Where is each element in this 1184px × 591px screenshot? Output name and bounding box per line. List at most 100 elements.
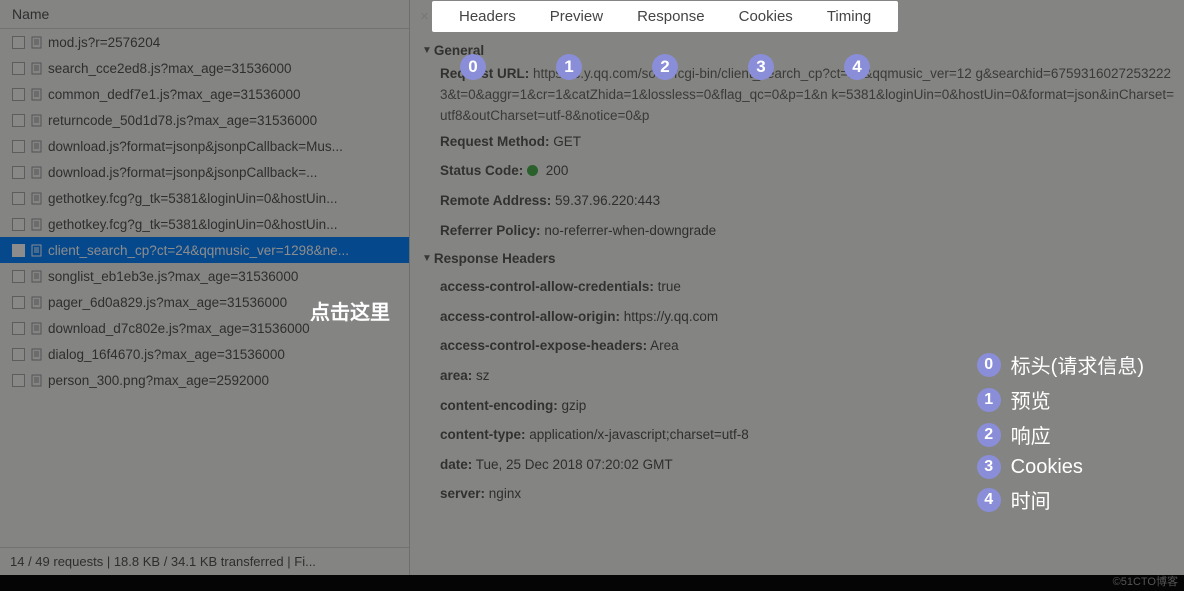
tab-response[interactable]: Response — [620, 1, 722, 32]
document-icon — [30, 140, 43, 153]
legend-row: 3 Cookies — [977, 455, 1144, 479]
legend-text: Cookies — [1011, 456, 1083, 479]
request-row[interactable]: returncode_50d1d78.js?max_age=31536000 — [0, 107, 409, 133]
kv-request-method: Request Method: GET — [418, 127, 1176, 157]
request-row[interactable]: search_cce2ed8.js?max_age=31536000 — [0, 55, 409, 81]
label-remote-address: Remote Address: — [440, 193, 551, 208]
header-value: Tue, 25 Dec 2018 07:20:02 GMT — [472, 457, 672, 472]
request-row[interactable]: client_search_cp?ct=24&qqmusic_ver=1298&… — [0, 237, 409, 263]
checkbox-icon[interactable] — [12, 218, 25, 231]
request-name: gethotkey.fcg?g_tk=5381&loginUin=0&hostU… — [48, 191, 337, 206]
kv-response-header: access-control-allow-credentials: true — [418, 272, 1176, 302]
section-response-headers[interactable]: ▼ Response Headers — [418, 245, 1176, 272]
document-icon — [30, 166, 43, 179]
label-referrer-policy: Referrer Policy: — [440, 223, 541, 238]
request-name: gethotkey.fcg?g_tk=5381&loginUin=0&hostU… — [48, 217, 337, 232]
annotation-bubble: 4 — [977, 488, 1001, 512]
checkbox-icon[interactable] — [12, 140, 25, 153]
document-icon — [30, 270, 43, 283]
checkbox-icon[interactable] — [12, 36, 25, 49]
tab-headers[interactable]: Headers — [442, 1, 533, 32]
request-name: search_cce2ed8.js?max_age=31536000 — [48, 61, 292, 76]
request-list: mod.js?r=2576204 search_cce2ed8.js?max_ag… — [0, 29, 409, 547]
request-name: returncode_50d1d78.js?max_age=31536000 — [48, 113, 317, 128]
checkbox-icon[interactable] — [12, 114, 25, 127]
document-icon — [30, 244, 43, 257]
kv-referrer-policy: Referrer Policy: no-referrer-when-downgr… — [418, 216, 1176, 246]
header-value: sz — [472, 368, 489, 383]
annotation-bubble: 2 — [652, 54, 678, 80]
status-bar: 14 / 49 requests | 18.8 KB / 34.1 KB tra… — [0, 547, 409, 575]
tab-timing[interactable]: Timing — [810, 1, 888, 32]
annotation-bubble: 4 — [844, 54, 870, 80]
request-name: dialog_16f4670.js?max_age=31536000 — [48, 347, 285, 362]
annotation-bubble: 3 — [977, 455, 1001, 479]
checkbox-icon[interactable] — [12, 166, 25, 179]
legend-text: 响应 — [1011, 420, 1051, 449]
header-key: server: — [440, 486, 485, 501]
request-row[interactable]: gethotkey.fcg?g_tk=5381&loginUin=0&hostU… — [0, 211, 409, 237]
annotation-bubble: 0 — [460, 54, 486, 80]
legend-row: 0标头(请求信息) — [977, 350, 1144, 379]
header-value: application/x-javascript;charset=utf-8 — [526, 427, 749, 442]
header-key: access-control-allow-origin: — [440, 309, 620, 324]
annotation-numbers: 0 1 2 3 4 — [460, 54, 870, 80]
checkbox-icon[interactable] — [12, 296, 25, 309]
close-icon[interactable]: × — [410, 0, 428, 33]
annotation-click-hint: 点击这里 — [310, 296, 390, 325]
checkbox-icon[interactable] — [12, 192, 25, 205]
header-key: area: — [440, 368, 472, 383]
header-key: access-control-expose-headers: — [440, 338, 647, 353]
annotation-bubble: 1 — [556, 54, 582, 80]
requests-panel: Name mod.js?r=2576204 search_cce2ed8.js?m… — [0, 0, 410, 575]
legend-row: 1预览 — [977, 385, 1144, 414]
tab-cookies[interactable]: Cookies — [722, 1, 810, 32]
legend-text: 标头(请求信息) — [1011, 350, 1144, 379]
tab-preview[interactable]: Preview — [533, 1, 620, 32]
document-icon — [30, 322, 43, 335]
checkbox-icon[interactable] — [12, 322, 25, 335]
checkbox-icon[interactable] — [12, 244, 25, 257]
document-icon — [30, 62, 43, 75]
caret-down-icon: ▼ — [422, 253, 432, 264]
tabs-row: × HeadersPreviewResponseCookiesTiming — [410, 0, 1184, 33]
annotation-bubble: 3 — [748, 54, 774, 80]
request-row[interactable]: dialog_16f4670.js?max_age=31536000 — [0, 341, 409, 367]
watermark: ©51CTO博客 — [1113, 573, 1178, 589]
request-row[interactable]: download.js?format=jsonp&jsonpCallback=M… — [0, 133, 409, 159]
request-row[interactable]: person_300.png?max_age=2592000 — [0, 367, 409, 393]
checkbox-icon[interactable] — [12, 348, 25, 361]
header-value: nginx — [485, 486, 521, 501]
request-name: songlist_eb1eb3e.js?max_age=31536000 — [48, 269, 298, 284]
annotation-bubble: 2 — [977, 423, 1001, 447]
request-row[interactable]: common_dedf7e1.js?max_age=31536000 — [0, 81, 409, 107]
column-header-name[interactable]: Name — [0, 0, 409, 29]
kv-remote-address: Remote Address: 59.37.96.220:443 — [418, 186, 1176, 216]
checkbox-icon[interactable] — [12, 88, 25, 101]
header-value: https://y.qq.com — [620, 309, 718, 324]
kv-status-code: Status Code: 200 — [418, 156, 1176, 186]
request-row[interactable]: gethotkey.fcg?g_tk=5381&loginUin=0&hostU… — [0, 185, 409, 211]
request-row[interactable]: songlist_eb1eb3e.js?max_age=31536000 — [0, 263, 409, 289]
legend-row: 4时间 — [977, 485, 1144, 514]
document-icon — [30, 36, 43, 49]
request-name: person_300.png?max_age=2592000 — [48, 373, 269, 388]
request-row[interactable]: mod.js?r=2576204 — [0, 29, 409, 55]
document-icon — [30, 374, 43, 387]
checkbox-icon[interactable] — [12, 62, 25, 75]
annotation-legend: 0标头(请求信息) 1预览 2 响应 3 Cookies 4时间 — [977, 350, 1144, 520]
request-row[interactable]: download.js?format=jsonp&jsonpCallback=.… — [0, 159, 409, 185]
document-icon — [30, 218, 43, 231]
value-referrer-policy: no-referrer-when-downgrade — [544, 223, 716, 238]
checkbox-icon[interactable] — [12, 270, 25, 283]
document-icon — [30, 88, 43, 101]
document-icon — [30, 348, 43, 361]
header-value: gzip — [558, 398, 587, 413]
document-icon — [30, 114, 43, 127]
tabs: HeadersPreviewResponseCookiesTiming — [432, 1, 898, 32]
kv-response-header: access-control-allow-origin: https://y.q… — [418, 302, 1176, 332]
checkbox-icon[interactable] — [12, 374, 25, 387]
header-key: content-type: — [440, 427, 526, 442]
request-name: download.js?format=jsonp&jsonpCallback=.… — [48, 165, 317, 180]
document-icon — [30, 192, 43, 205]
